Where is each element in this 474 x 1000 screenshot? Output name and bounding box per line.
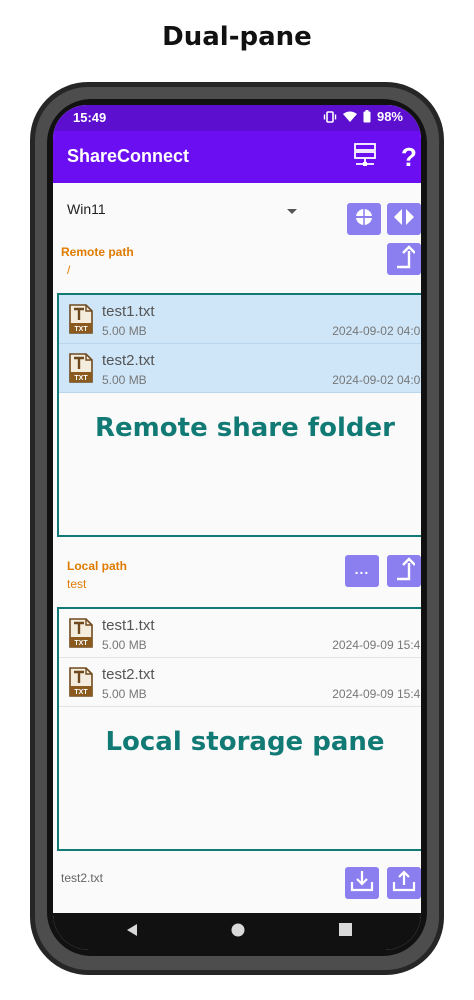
local-file-pane[interactable]: TXT test1.txt 5.00 MB 2024-09-09 15:49 TXT te… — [57, 607, 421, 851]
remote-pane-overlay-label: Remote share folder — [95, 413, 395, 443]
file-name: test2.txt — [102, 352, 155, 369]
file-row[interactable]: TXT test1.txt 5.00 MB 2024-09-09 15:49 — [59, 609, 421, 658]
status-bar: 15:49 98% — [53, 105, 421, 131]
help-button[interactable]: ? — [395, 143, 421, 171]
file-name: test2.txt — [102, 666, 155, 683]
remote-file-list: TXT test1.txt 5.00 MB 2024-09-02 04:06 TXT te… — [59, 295, 421, 393]
back-icon[interactable] — [125, 923, 139, 942]
folder-up-icon — [393, 556, 416, 586]
vibrate-icon — [323, 110, 337, 123]
file-row[interactable]: TXT test2.txt 5.00 MB 2024-09-09 15:49 — [59, 658, 421, 707]
status-time: 15:49 — [73, 110, 107, 125]
remote-folder-up-button[interactable] — [387, 243, 421, 275]
upload-icon — [392, 869, 416, 897]
file-icon-label: TXT — [74, 640, 88, 647]
txt-file-icon: TXT — [69, 667, 93, 702]
download-icon — [350, 870, 374, 897]
file-date: 2024-09-09 15:49 — [332, 638, 421, 652]
connect-button[interactable] — [347, 203, 381, 235]
file-icon-label: TXT — [74, 326, 88, 333]
file-size: 5.00 MB — [102, 373, 147, 387]
share-select[interactable]: Win11 — [67, 201, 297, 225]
browse-icon: ... — [354, 561, 370, 577]
local-path-label: Local path — [67, 559, 128, 573]
file-size: 5.00 MB — [102, 687, 147, 701]
txt-file-icon: TXT — [69, 353, 93, 388]
phone-bezel: 15:49 98% ShareConnect ? Win11 Remote pa… — [47, 99, 427, 956]
remote-path-value: / — [67, 263, 71, 277]
phone-frame: 15:49 98% ShareConnect ? Win11 Remote pa… — [30, 82, 444, 975]
dropdown-arrow-icon — [287, 209, 297, 214]
local-file-list: TXT test1.txt 5.00 MB 2024-09-09 15:49 TXT te… — [59, 609, 421, 707]
remote-path-label: Remote path — [61, 245, 134, 259]
recents-icon[interactable] — [339, 923, 352, 941]
share-select-value: Win11 — [67, 201, 106, 217]
file-name: test1.txt — [102, 617, 155, 634]
split-icon — [392, 208, 416, 231]
connect-icon — [352, 208, 376, 231]
file-icon-label: TXT — [74, 375, 88, 382]
page-caption: Dual-pane — [162, 22, 312, 52]
upload-button[interactable] — [387, 867, 421, 899]
split-view-button[interactable] — [387, 203, 421, 235]
local-folder-up-button[interactable] — [387, 555, 421, 587]
help-icon: ? — [401, 142, 417, 172]
app-title: ShareConnect — [67, 146, 190, 166]
app-screen: 15:49 98% ShareConnect ? Win11 Remote pa… — [53, 105, 421, 950]
download-button[interactable] — [345, 867, 379, 899]
file-row[interactable]: TXT test1.txt 5.00 MB 2024-09-02 04:06 — [59, 295, 421, 344]
local-pane-overlay-label: Local storage pane — [105, 727, 385, 757]
server-icon — [354, 142, 376, 172]
home-icon[interactable] — [231, 923, 245, 942]
file-icon-label: TXT — [74, 689, 88, 696]
selected-file-name: test2.txt — [61, 871, 104, 885]
battery-icon — [363, 110, 371, 123]
remote-file-pane[interactable]: TXT test1.txt 5.00 MB 2024-09-02 04:06 TXT te… — [57, 293, 421, 537]
browse-local-button[interactable]: ... — [345, 555, 379, 587]
server-settings-button[interactable] — [351, 142, 379, 172]
file-name: test1.txt — [102, 303, 155, 320]
file-date: 2024-09-02 04:06 — [332, 373, 421, 387]
app-bar: ShareConnect ? — [53, 131, 421, 183]
file-date: 2024-09-02 04:06 — [332, 324, 421, 338]
status-icons: 98% — [323, 109, 403, 124]
wifi-icon — [342, 111, 357, 123]
local-path-value: test — [67, 577, 87, 591]
battery-level: 98% — [376, 109, 403, 124]
system-nav-bar — [53, 913, 421, 950]
file-size: 5.00 MB — [102, 324, 147, 338]
file-date: 2024-09-09 15:49 — [332, 687, 421, 701]
folder-up-icon — [393, 244, 416, 274]
txt-file-icon: TXT — [69, 304, 93, 339]
file-size: 5.00 MB — [102, 638, 147, 652]
txt-file-icon: TXT — [69, 618, 93, 653]
file-row[interactable]: TXT test2.txt 5.00 MB 2024-09-02 04:06 — [59, 344, 421, 393]
